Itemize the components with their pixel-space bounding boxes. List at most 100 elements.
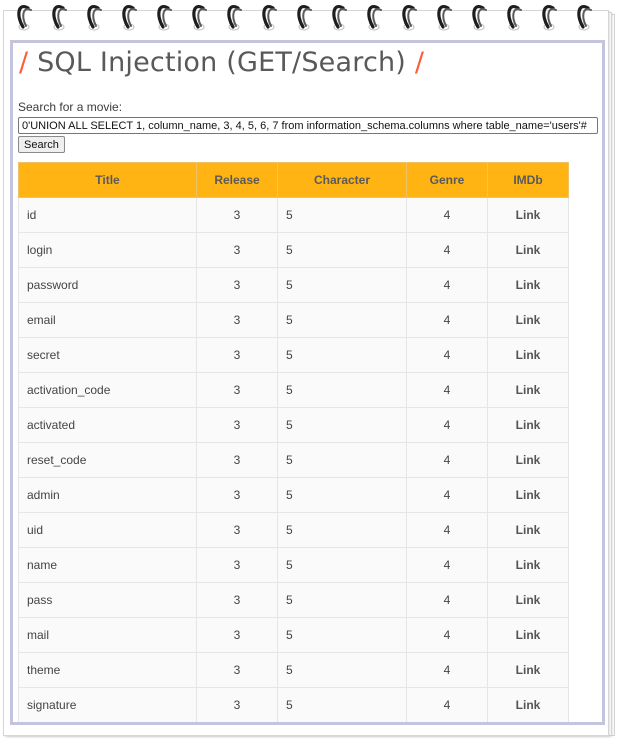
cell-release: 3 <box>196 442 278 478</box>
cell-imdb: Link <box>487 652 569 688</box>
cell-genre: 4 <box>406 407 488 443</box>
binder-ring-icon <box>507 5 522 31</box>
cell-character: 5 <box>277 652 407 688</box>
table-row: theme 3 5 4 Link <box>18 652 569 688</box>
binder-ring-icon <box>52 5 67 31</box>
binder-ring-icon <box>157 5 172 31</box>
cell-character-text: 5 <box>286 278 293 292</box>
binder-ring-icon <box>472 5 487 31</box>
imdb-link[interactable]: Link <box>516 663 541 677</box>
cell-title: activation_code <box>18 372 197 408</box>
binder-rings <box>0 0 620 34</box>
cell-character-text: 5 <box>286 593 293 607</box>
cell-character-text: 5 <box>286 313 293 327</box>
column-header-imdb: IMDb <box>487 162 569 198</box>
cell-title-text: name <box>27 558 58 572</box>
cell-imdb: Link <box>487 232 569 268</box>
table-row: secret 3 5 4 Link <box>18 337 569 373</box>
cell-release: 3 <box>196 407 278 443</box>
imdb-link[interactable]: Link <box>516 313 541 327</box>
binder-ring-icon <box>262 5 277 31</box>
cell-release: 3 <box>196 337 278 373</box>
table-row: email 3 5 4 Link <box>18 302 569 338</box>
cell-release: 3 <box>196 582 278 618</box>
cell-release: 3 <box>196 197 278 233</box>
cell-imdb: Link <box>487 372 569 408</box>
table-row: name 3 5 4 Link <box>18 547 569 583</box>
binder-ring-icon <box>332 5 347 31</box>
title-slash-right: / <box>414 47 425 78</box>
page-title-text: SQL Injection (GET/Search) <box>37 47 407 78</box>
cell-title: signature <box>18 687 197 722</box>
imdb-link[interactable]: Link <box>516 698 541 712</box>
cell-title-text: email <box>27 313 56 327</box>
cell-character-text: 5 <box>286 523 293 537</box>
search-input[interactable] <box>18 117 598 134</box>
column-header-genre: Genre <box>406 162 488 198</box>
binder-ring-icon <box>577 5 592 31</box>
page-title: / SQL Injection (GET/Search) / <box>19 47 424 78</box>
cell-title: password <box>18 267 197 303</box>
cell-genre: 4 <box>406 232 488 268</box>
binder-ring-icon <box>87 5 102 31</box>
cell-imdb: Link <box>487 582 569 618</box>
cell-character-text: 5 <box>286 698 293 712</box>
cell-title: name <box>18 547 197 583</box>
imdb-link[interactable]: Link <box>516 383 541 397</box>
cell-title-text: signature <box>27 698 77 712</box>
cell-character: 5 <box>277 337 407 373</box>
cell-imdb: Link <box>487 302 569 338</box>
imdb-link[interactable]: Link <box>516 348 541 362</box>
imdb-link[interactable]: Link <box>516 523 541 537</box>
imdb-link[interactable]: Link <box>516 453 541 467</box>
title-slash-left: / <box>19 47 29 78</box>
imdb-link[interactable]: Link <box>516 418 541 432</box>
cell-release: 3 <box>196 687 278 722</box>
cell-genre: 4 <box>406 442 488 478</box>
imdb-link[interactable]: Link <box>516 278 541 292</box>
imdb-link[interactable]: Link <box>516 243 541 257</box>
table-row: login 3 5 4 Link <box>18 232 569 268</box>
imdb-link[interactable]: Link <box>516 488 541 502</box>
cell-character: 5 <box>277 477 407 513</box>
cell-release: 3 <box>196 477 278 513</box>
cell-title-text: uid <box>27 523 44 537</box>
cell-genre: 4 <box>406 582 488 618</box>
imdb-link[interactable]: Link <box>516 593 541 607</box>
cell-title: uid <box>18 512 197 548</box>
cell-character-text: 5 <box>286 243 293 257</box>
table-row: admin 3 5 4 Link <box>18 477 569 513</box>
cell-title: reset_code <box>18 442 197 478</box>
cell-character: 5 <box>277 302 407 338</box>
cell-imdb: Link <box>487 477 569 513</box>
binder-ring-icon <box>437 5 452 31</box>
imdb-link[interactable]: Link <box>516 558 541 572</box>
cell-title-text: reset_code <box>27 453 87 467</box>
table-row: password 3 5 4 Link <box>18 267 569 303</box>
cell-title: pass <box>18 582 197 618</box>
imdb-link[interactable]: Link <box>516 208 541 222</box>
table-row: pass 3 5 4 Link <box>18 582 569 618</box>
cell-imdb: Link <box>487 267 569 303</box>
binder-ring-icon <box>17 5 32 31</box>
cell-genre: 4 <box>406 547 488 583</box>
binder-ring-icon <box>122 5 137 31</box>
imdb-link[interactable]: Link <box>516 628 541 642</box>
table-row: activated 3 5 4 Link <box>18 407 569 443</box>
binder-ring-icon <box>367 5 382 31</box>
search-button[interactable]: Search <box>18 136 65 153</box>
cell-genre: 4 <box>406 617 488 653</box>
cell-character-text: 5 <box>286 453 293 467</box>
table-row: signature 3 5 4 Link <box>18 687 569 722</box>
cell-genre: 4 <box>406 197 488 233</box>
cell-title: admin <box>18 477 197 513</box>
cell-genre: 4 <box>406 652 488 688</box>
cell-title: theme <box>18 652 197 688</box>
cell-imdb: Link <box>487 407 569 443</box>
table-header-row: Title Release Character Genre IMDb <box>18 162 569 198</box>
cell-character-text: 5 <box>286 418 293 432</box>
cell-character: 5 <box>277 617 407 653</box>
cell-imdb: Link <box>487 617 569 653</box>
cell-release: 3 <box>196 617 278 653</box>
cell-release: 3 <box>196 372 278 408</box>
